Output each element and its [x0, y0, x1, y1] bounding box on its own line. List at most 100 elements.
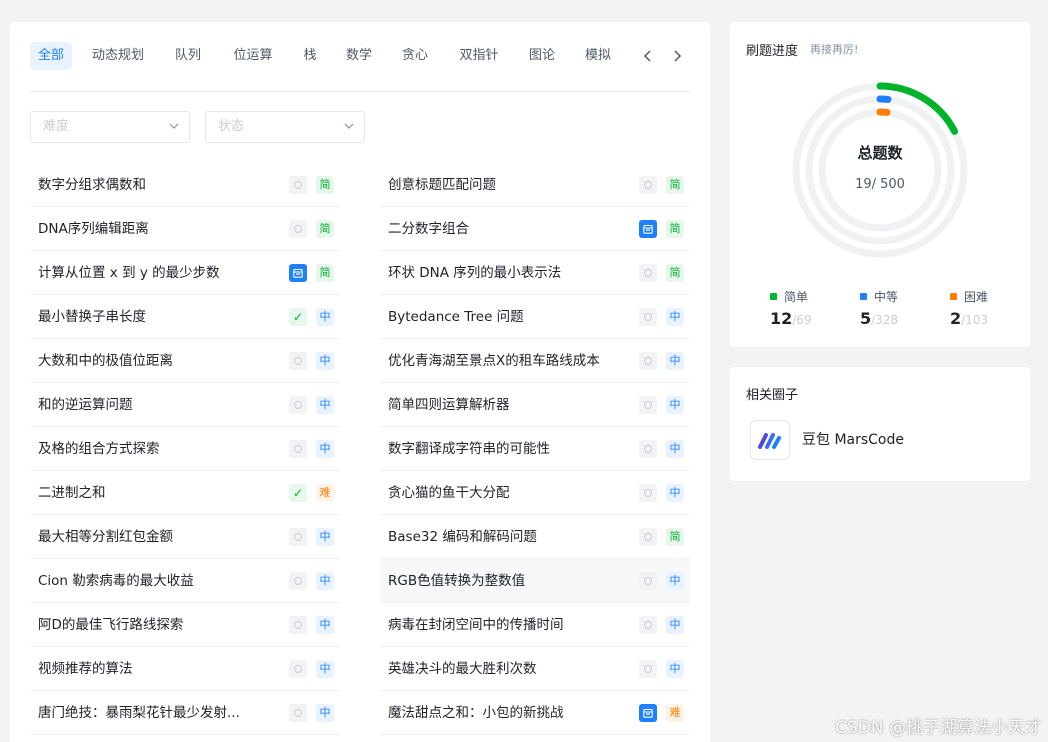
question-title[interactable]: 英雄决斗的最大胜利次数 [388, 647, 628, 691]
tab-graph[interactable]: 图论 [524, 42, 560, 70]
question-row[interactable]: 病毒在封闭空间中的传播时间 中 [380, 603, 690, 647]
question-title[interactable]: 二进制之和 [38, 471, 278, 515]
legend-medium: 中等 5/328 [860, 288, 940, 328]
question-row[interactable]: 二进制之和 ✓ 难 [30, 471, 340, 515]
circle-icon [639, 484, 657, 502]
question-row[interactable]: 最小替换子串长度 ✓ 中 [30, 295, 340, 339]
question-row[interactable]: 最大相等分割红包金额 中 [30, 515, 340, 559]
question-row[interactable]: 阿D的最佳飞行路线探索 中 [30, 603, 340, 647]
hard-solved: 2 [950, 309, 962, 328]
question-row[interactable]: Base32 编码和解码问题 简 [380, 515, 690, 559]
circle-icon [639, 352, 657, 370]
chevron-right-icon[interactable] [667, 46, 687, 66]
progress-title: 刷题进度 [746, 44, 799, 59]
tab-all[interactable]: 全部 [30, 42, 72, 70]
question-title[interactable]: 计算从位置 x 到 y 的最少步数 [38, 251, 278, 295]
tab-stack[interactable]: 栈 [298, 42, 322, 70]
question-title[interactable]: 最大相等分割红包金额 [38, 515, 278, 559]
circle-icon [289, 616, 307, 634]
progress-subtitle: 再接再厉! [810, 43, 859, 56]
circle-icon [289, 352, 307, 370]
legend-hard: 困难 2/103 [950, 288, 1030, 328]
question-title[interactable]: 病毒在封闭空间中的传播时间 [388, 603, 628, 647]
question-row[interactable]: 简单四则运算解析器 中 [380, 383, 690, 427]
question-title[interactable]: 二分数字组合 [388, 207, 628, 251]
question-row[interactable]: 数字翻译成字符串的可能性 中 [380, 427, 690, 471]
total-count: 19/ 500 [855, 177, 905, 192]
difficulty-badge: 中 [316, 572, 334, 590]
question-title[interactable]: 魔法甜点之和：小包的新挑战 [388, 691, 628, 735]
tab-bit-operation[interactable]: 位运算 [228, 42, 278, 70]
question-row[interactable]: 和的逆运算问题 中 [30, 383, 340, 427]
question-row[interactable]: DNA序列编辑距离 简 [30, 207, 340, 251]
question-row[interactable]: Bytedance Tree 问题 中 [380, 295, 690, 339]
circle-icon [289, 440, 307, 458]
question-title[interactable]: 唐门绝技：暴雨梨花针最少发射... [38, 691, 278, 735]
chevron-down-icon [344, 123, 354, 129]
tab-queue[interactable]: 队列 [170, 42, 206, 70]
question-title[interactable]: 及格的组合方式探索 [38, 427, 278, 471]
question-row[interactable]: 优化青海湖至景点X的租车路线成本 中 [380, 339, 690, 383]
question-title[interactable]: DNA序列编辑距离 [38, 207, 278, 251]
circle-icon [639, 572, 657, 590]
tab-simulation[interactable]: 模拟 [580, 42, 616, 70]
question-row[interactable]: 英雄决斗的最大胜利次数 中 [380, 647, 690, 691]
question-row[interactable]: RGB色值转换为整数值 中 [380, 559, 690, 603]
tab-dynamic-programming[interactable]: 动态规划 [86, 42, 150, 70]
difficulty-badge: 简 [666, 176, 684, 194]
circle-icon [289, 528, 307, 546]
question-row[interactable]: 唐门绝技：暴雨梨花针最少发射... 中 [30, 691, 340, 735]
circle-icon [289, 572, 307, 590]
circle-icon [289, 704, 307, 722]
question-row[interactable]: 贪心猫的鱼干大分配 中 [380, 471, 690, 515]
watermark: CSDN @桃子湖算法小天才 [835, 718, 1042, 738]
question-title[interactable]: Bytedance Tree 问题 [388, 295, 628, 339]
question-title[interactable]: Cion 勒索病毒的最大收益 [38, 559, 278, 603]
status-select[interactable]: 状态 [205, 111, 365, 143]
question-row[interactable]: Cion 勒索病毒的最大收益 中 [30, 559, 340, 603]
question-row[interactable]: 计算从位置 x 到 y 的最少步数 简 [30, 251, 340, 295]
question-title[interactable]: 阿D的最佳飞行路线探索 [38, 603, 278, 647]
medium-solved: 5 [860, 309, 872, 328]
difficulty-badge: 简 [316, 264, 334, 282]
circle-icon [289, 660, 307, 678]
legend-easy: 简单 12/69 [770, 288, 850, 328]
total-label: 总题数 [857, 144, 903, 162]
circle-icon [639, 308, 657, 326]
chevron-left-icon[interactable] [638, 46, 658, 66]
question-title[interactable]: Base32 编码和解码问题 [388, 515, 628, 559]
question-title[interactable]: 大数和中的极值位距离 [38, 339, 278, 383]
difficulty-badge: 中 [666, 616, 684, 634]
circle-item-marscode[interactable]: 豆包 MarsCode [750, 420, 970, 462]
question-title[interactable]: 贪心猫的鱼干大分配 [388, 471, 628, 515]
question-title[interactable]: 和的逆运算问题 [38, 383, 278, 427]
tab-greedy[interactable]: 贪心 [397, 42, 433, 70]
question-title[interactable]: 简单四则运算解析器 [388, 383, 628, 427]
question-row[interactable]: 大数和中的极值位距离 中 [30, 339, 340, 383]
difficulty-badge: 简 [666, 528, 684, 546]
question-title[interactable]: 数字翻译成字符串的可能性 [388, 427, 628, 471]
difficulty-placeholder: 难度 [43, 119, 70, 134]
tab-math[interactable]: 数学 [341, 42, 377, 70]
tab-two-pointers[interactable]: 双指针 [454, 42, 504, 70]
question-row[interactable]: 创意标题匹配问题 简 [380, 163, 690, 207]
question-title[interactable]: 环状 DNA 序列的最小表示法 [388, 251, 628, 295]
difficulty-badge: 简 [666, 220, 684, 238]
difficulty-select[interactable]: 难度 [30, 111, 190, 143]
question-row[interactable]: 魔法甜点之和：小包的新挑战 难 [380, 691, 690, 735]
question-row[interactable]: 二分数字组合 简 [380, 207, 690, 251]
question-title[interactable]: 创意标题匹配问题 [388, 163, 628, 207]
difficulty-badge: 中 [666, 572, 684, 590]
ring-center: 总题数 19/ 500 [790, 142, 970, 192]
problem-list-panel: 全部 动态规划 队列 位运算 栈 数学 贪心 双指针 图论 模拟 难度 状态 数… [10, 22, 710, 742]
question-title[interactable]: 视频推荐的算法 [38, 647, 278, 691]
question-row[interactable]: 视频推荐的算法 中 [30, 647, 340, 691]
question-row[interactable]: 环状 DNA 序列的最小表示法 简 [380, 251, 690, 295]
question-title[interactable]: 优化青海湖至景点X的租车路线成本 [388, 339, 628, 383]
easy-solved: 12 [770, 309, 793, 328]
question-title[interactable]: 最小替换子串长度 [38, 295, 278, 339]
question-title[interactable]: 数字分组求偶数和 [38, 163, 278, 207]
question-row[interactable]: 数字分组求偶数和 简 [30, 163, 340, 207]
question-row[interactable]: 及格的组合方式探索 中 [30, 427, 340, 471]
question-title[interactable]: RGB色值转换为整数值 [388, 559, 628, 603]
